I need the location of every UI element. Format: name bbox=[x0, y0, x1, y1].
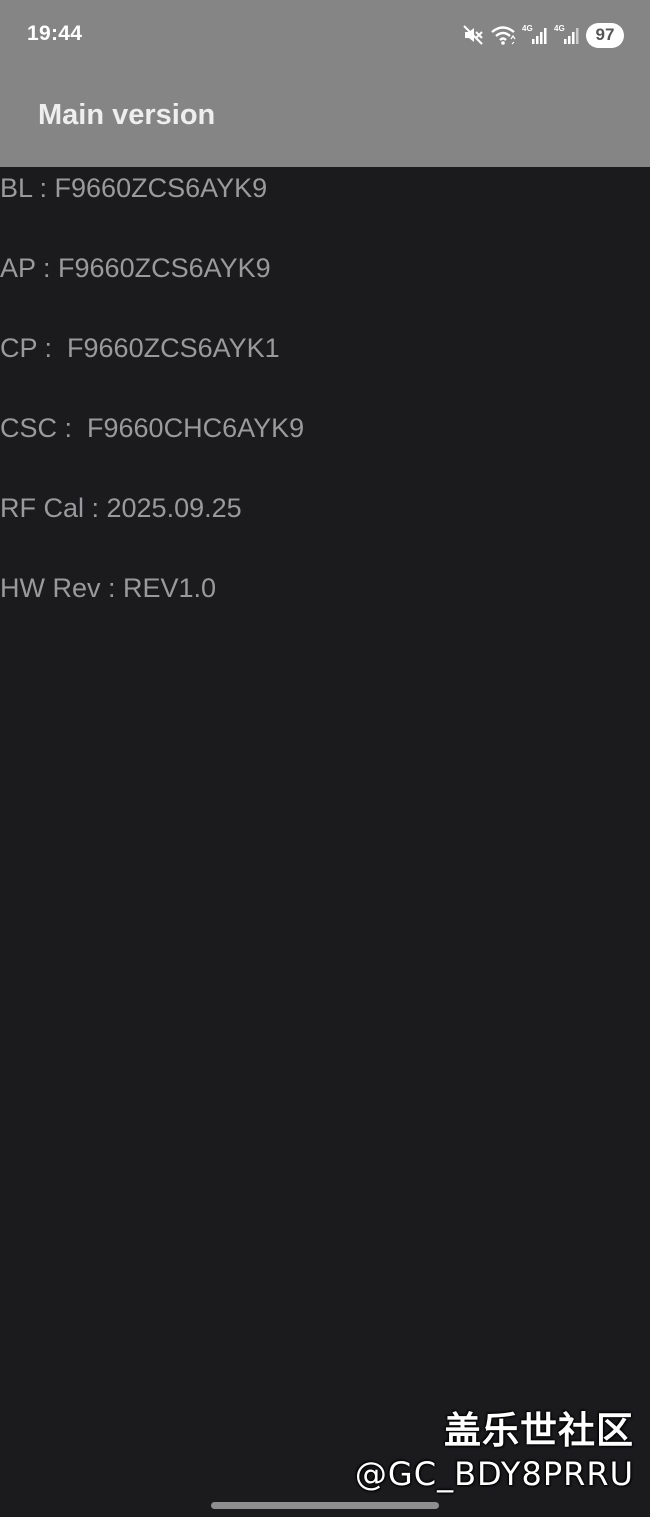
hw-revision: HW Rev : REV1.0 bbox=[0, 573, 217, 603]
csc-version: CSC : F9660CHC6AYK9 bbox=[0, 413, 305, 443]
version-info-list: BL : F9660ZCS6AYK9 AP : F9660ZCS6AYK9 CP… bbox=[0, 167, 650, 647]
rf-cal-date: RF Cal : 2025.09.25 bbox=[0, 493, 242, 523]
ap-version: AP : F9660ZCS6AYK9 bbox=[0, 253, 271, 283]
cp-version: CP : F9660ZCS6AYK1 bbox=[0, 333, 280, 363]
bl-version: BL : F9660ZCS6AYK9 bbox=[0, 173, 268, 203]
signal-icon: 4G bbox=[554, 24, 580, 46]
battery-icon: 97 bbox=[586, 22, 624, 48]
app-bar: 19:44 4G 4G 97 Main version bbox=[0, 0, 650, 167]
home-indicator[interactable] bbox=[211, 1502, 439, 1509]
wifi-icon bbox=[490, 24, 516, 46]
page-title: Main version bbox=[38, 99, 216, 131]
status-icons: 4G 4G 97 bbox=[462, 22, 624, 48]
watermark-site: 盖乐世社区 bbox=[444, 1410, 634, 1451]
mute-icon bbox=[462, 24, 484, 46]
signal-icon: 4G bbox=[522, 24, 548, 46]
watermark-user: @GC_BDY8PRRU bbox=[354, 1455, 634, 1493]
status-time: 19:44 bbox=[27, 22, 83, 45]
